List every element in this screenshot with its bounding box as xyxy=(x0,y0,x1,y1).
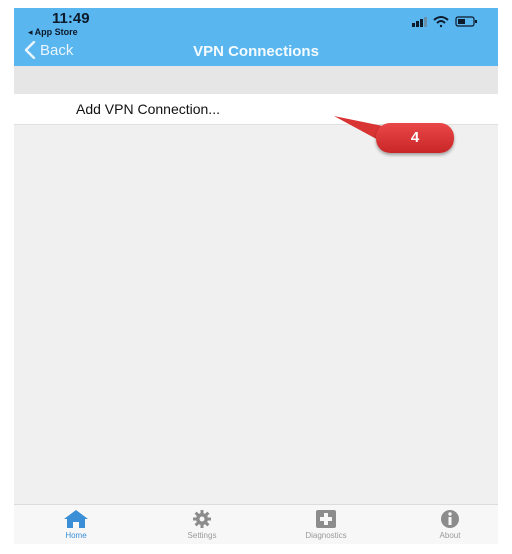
tab-label: Settings xyxy=(187,531,217,540)
section-spacer xyxy=(14,66,498,94)
plus-box-icon xyxy=(316,510,336,528)
phone-screen: 11:49 ◂ App Store Back VPN Connections A… xyxy=(14,8,498,544)
status-time: 11:49 xyxy=(52,10,90,27)
tab-diagnostics[interactable]: Diagnostics xyxy=(286,509,366,540)
tab-about[interactable]: About xyxy=(410,509,490,540)
page-title: VPN Connections xyxy=(193,43,319,60)
tab-label: Home xyxy=(65,531,87,540)
tab-label: About xyxy=(439,531,461,540)
battery-icon xyxy=(455,16,477,27)
tab-settings[interactable]: Settings xyxy=(162,509,242,540)
list-item-label: Add VPN Connection... xyxy=(76,101,220,117)
add-vpn-connection-row[interactable]: Add VPN Connection... xyxy=(14,94,498,125)
status-icons xyxy=(412,16,477,28)
nav-header: 11:49 ◂ App Store Back VPN Connections xyxy=(14,8,498,66)
tab-home[interactable]: Home xyxy=(36,509,116,540)
home-icon xyxy=(64,510,88,528)
signal-icon xyxy=(412,17,427,27)
gear-icon xyxy=(193,510,211,528)
info-icon xyxy=(441,510,459,528)
back-to-app-store[interactable]: ◂ App Store xyxy=(28,27,78,38)
wifi-icon xyxy=(433,16,449,28)
tab-label: Diagnostics xyxy=(305,531,347,540)
tab-bar: Home Settings Diagnostics About xyxy=(14,504,498,544)
step-callout-badge: 4 xyxy=(376,123,454,153)
